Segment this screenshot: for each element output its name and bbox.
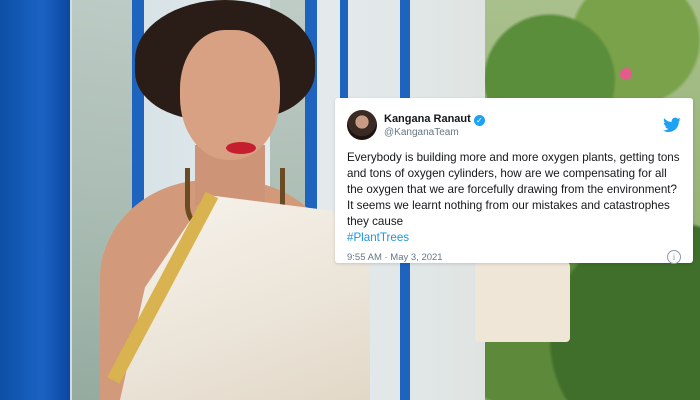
face bbox=[180, 30, 280, 160]
tweet-body: Everybody is building more and more oxyg… bbox=[347, 150, 681, 246]
tweet-text: Everybody is building more and more oxyg… bbox=[347, 151, 680, 228]
hashtag-link[interactable]: #PlantTrees bbox=[347, 230, 681, 246]
pink-flower bbox=[620, 68, 632, 80]
info-icon[interactable]: i bbox=[667, 250, 681, 264]
bench bbox=[475, 262, 570, 342]
author-handle[interactable]: @KanganaTeam bbox=[384, 126, 485, 140]
author-info: Kangana Ranaut ✓ @KanganaTeam bbox=[384, 111, 485, 140]
tweet-header: Kangana Ranaut ✓ @KanganaTeam bbox=[347, 108, 681, 142]
verified-badge-icon: ✓ bbox=[473, 114, 485, 126]
author-display-name[interactable]: Kangana Ranaut bbox=[384, 113, 471, 125]
tweet-timestamp[interactable]: 9:55 AM · May 3, 2021 bbox=[347, 252, 443, 263]
avatar[interactable] bbox=[347, 110, 377, 140]
lips bbox=[226, 142, 256, 154]
woman-portrait bbox=[40, 0, 370, 400]
twitter-bird-icon[interactable] bbox=[663, 117, 681, 133]
tweet-card[interactable]: Kangana Ranaut ✓ @KanganaTeam Everybody i… bbox=[335, 98, 693, 264]
tweet-meta: 9:55 AM · May 3, 2021 i bbox=[347, 250, 681, 264]
